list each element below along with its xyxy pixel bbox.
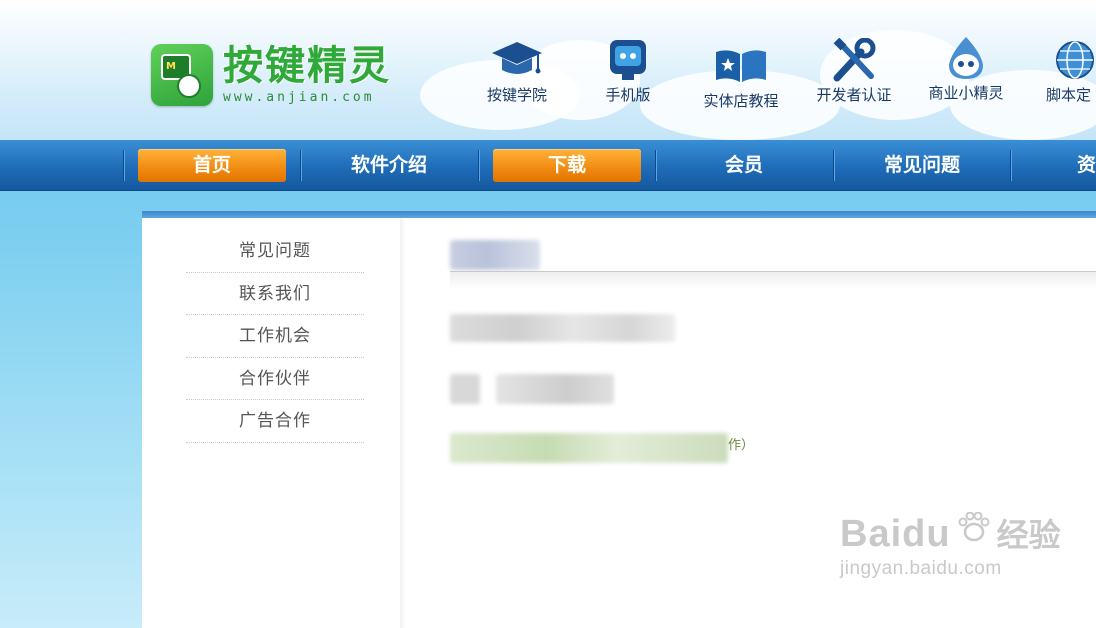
nav-separator	[655, 150, 657, 181]
quick-link-label: 按键学院	[486, 86, 547, 104]
site-header: M 按键精灵 www.anjian.com 按键学院 手机版 实体店教程 开发者…	[0, 0, 1096, 140]
link-tail-text: 作）	[728, 438, 755, 453]
redacted-title	[450, 240, 540, 270]
sidebar-item-contact[interactable]: 联系我们	[186, 273, 364, 315]
sidebar-item-partners[interactable]: 合作伙伴	[186, 358, 364, 400]
sidebar: 常见问题 联系我们 工作机会 合作伙伴 广告合作	[186, 230, 364, 443]
quick-link-label: 实体店教程	[703, 92, 779, 110]
nav-separator	[300, 150, 302, 181]
redacted-value	[496, 374, 614, 404]
sidebar-item-advertising[interactable]: 广告合作	[186, 400, 364, 443]
open-book-icon	[686, 44, 796, 88]
logo-url: www.anjian.com	[223, 90, 375, 105]
column-divider	[400, 218, 406, 628]
content-top-bar	[142, 211, 1096, 218]
watermark-url: jingyan.baidu.com	[840, 558, 1002, 579]
nav-faq[interactable]: 常见问题	[848, 149, 996, 182]
quick-link-academy[interactable]: 按键学院	[462, 38, 572, 105]
title-shadow	[450, 272, 1096, 290]
graduation-cap-icon	[462, 38, 572, 82]
nav-download[interactable]: 下载	[493, 149, 641, 182]
robot-phone-icon	[573, 38, 683, 82]
watermark-cn: 经验	[996, 516, 1061, 554]
sidebar-item-faq[interactable]: 常见问题	[186, 230, 364, 273]
quick-link-label: 脚本定	[1046, 86, 1092, 104]
quick-link-mobile[interactable]: 手机版	[573, 38, 683, 105]
nav-member[interactable]: 会员	[670, 149, 818, 182]
mouse-icon	[177, 74, 201, 98]
watermark-brand: Baidu	[840, 513, 951, 555]
quick-link-label: 商业小精灵	[928, 84, 1004, 102]
elf-mascot-icon	[911, 36, 1021, 80]
redacted-label	[450, 374, 480, 404]
paw-icon	[957, 511, 991, 546]
nav-resources[interactable]: 资	[1025, 149, 1096, 182]
sidebar-item-jobs[interactable]: 工作机会	[186, 315, 364, 358]
tools-icon	[799, 38, 909, 82]
nav-separator	[1010, 150, 1012, 181]
nav-separator	[123, 150, 125, 181]
logo-title: 按键精灵	[223, 43, 391, 89]
main-nav: 首页 软件介绍 下载 会员 常见问题 资	[0, 140, 1096, 191]
nav-software-intro[interactable]: 软件介绍	[315, 149, 463, 182]
quick-link-business-elf[interactable]: 商业小精灵	[911, 36, 1021, 103]
site-logo[interactable]: M 按键精灵 www.anjian.com	[151, 44, 391, 106]
quick-link-label: 手机版	[605, 86, 651, 104]
quick-link-store-tutorial[interactable]: 实体店教程	[686, 44, 796, 111]
globe-icon	[1024, 38, 1096, 82]
nav-home[interactable]: 首页	[138, 149, 286, 182]
logo-icon: M	[151, 44, 213, 106]
baidu-watermark: Baidu 经验 jingyan.baidu.com	[840, 510, 1061, 580]
nav-separator	[478, 150, 480, 181]
redacted-link[interactable]	[450, 433, 728, 463]
quick-link-developer-cert[interactable]: 开发者认证	[799, 38, 909, 105]
nav-separator	[833, 150, 835, 181]
quick-link-script-custom[interactable]: 脚本定	[1024, 38, 1096, 105]
quick-link-label: 开发者认证	[816, 86, 892, 104]
redacted-text-line	[450, 314, 675, 342]
